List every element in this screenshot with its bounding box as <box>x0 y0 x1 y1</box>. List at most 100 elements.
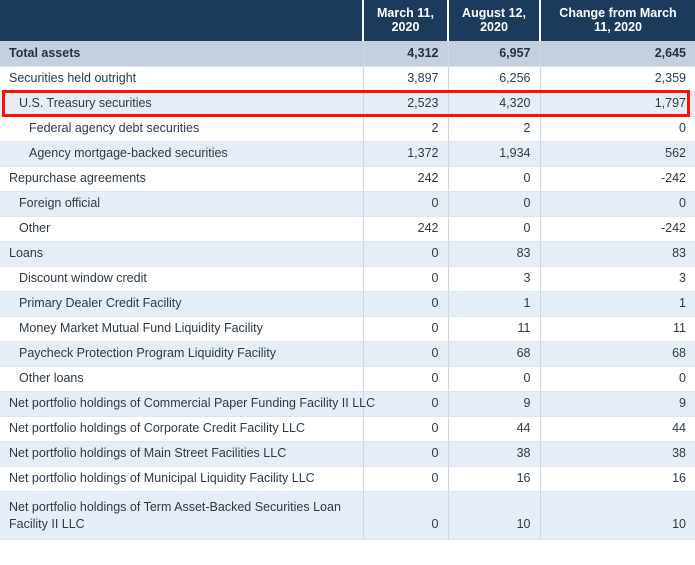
cell-change-from-march-11-2020: 11 <box>540 316 695 342</box>
table-row: Primary Dealer Credit Facility 0 1 1 <box>0 291 695 317</box>
row-label: Money Market Mutual Fund Liquidity Facil… <box>0 316 364 342</box>
cell-change-from-march-11-2020: 83 <box>540 241 695 267</box>
cell-march-11-2020: 242 <box>363 216 449 242</box>
cell-august-12-2020: 68 <box>448 341 541 367</box>
cell-august-12-2020: 0 <box>448 191 541 217</box>
cell-march-11-2020: 2,523 <box>363 91 449 117</box>
row-label: U.S. Treasury securities <box>0 91 364 117</box>
table-row: Net portfolio holdings of Main Street Fa… <box>0 441 695 467</box>
cell-august-12-2020: 10 <box>448 491 541 540</box>
column-header-label <box>0 0 364 41</box>
cell-march-11-2020: 0 <box>363 266 449 292</box>
cell-change-from-march-11-2020: -242 <box>540 216 695 242</box>
cell-august-12-2020: 0 <box>448 216 541 242</box>
cell-august-12-2020: 1 <box>448 291 541 317</box>
cell-change-from-march-11-2020: -242 <box>540 166 695 192</box>
cell-march-11-2020: 4,312 <box>363 41 449 67</box>
cell-march-11-2020: 0 <box>363 341 449 367</box>
column-header-august-12-2020: August 12, 2020 <box>448 0 541 41</box>
cell-august-12-2020: 2 <box>448 116 541 142</box>
cell-change-from-march-11-2020: 3 <box>540 266 695 292</box>
cell-change-from-march-11-2020: 0 <box>540 191 695 217</box>
table-row: Agency mortgage-backed securities 1,372 1,… <box>0 141 695 167</box>
cell-august-12-2020: 0 <box>448 166 541 192</box>
table-row: Other loans 0 0 0 <box>0 366 695 392</box>
table-row: Foreign official 0 0 0 <box>0 191 695 217</box>
cell-march-11-2020: 3,897 <box>363 66 449 92</box>
cell-march-11-2020: 0 <box>363 416 449 442</box>
cell-march-11-2020: 0 <box>363 441 449 467</box>
cell-august-12-2020: 4,320 <box>448 91 541 117</box>
cell-august-12-2020: 83 <box>448 241 541 267</box>
cell-march-11-2020: 0 <box>363 491 449 540</box>
row-label: Foreign official <box>0 191 364 217</box>
cell-march-11-2020: 2 <box>363 116 449 142</box>
cell-august-12-2020: 44 <box>448 416 541 442</box>
cell-august-12-2020: 38 <box>448 441 541 467</box>
row-label: Other loans <box>0 366 364 392</box>
balance-sheet-table: March 11, 2020 August 12, 2020 Change fr… <box>0 0 695 540</box>
row-label: Net portfolio holdings of Commercial Pap… <box>0 391 375 417</box>
row-label: Federal agency debt securities <box>0 116 364 142</box>
cell-march-11-2020: 0 <box>363 466 449 492</box>
cell-august-12-2020: 6,957 <box>448 41 541 67</box>
table-row: U.S. Treasury securities 2,523 4,320 1,797 <box>0 91 695 117</box>
cell-march-11-2020: 0 <box>363 191 449 217</box>
table-row: Discount window credit 0 3 3 <box>0 266 695 292</box>
cell-march-11-2020: 1,372 <box>363 141 449 167</box>
header-row: March 11, 2020 August 12, 2020 Change fr… <box>0 0 695 41</box>
row-label: Loans <box>0 241 364 267</box>
row-label: Repurchase agreements <box>0 166 364 192</box>
cell-august-12-2020: 9 <box>448 391 541 417</box>
table-header: March 11, 2020 August 12, 2020 Change fr… <box>0 0 695 41</box>
row-label: Paycheck Protection Program Liquidity Fa… <box>0 341 364 367</box>
cell-march-11-2020: 0 <box>363 291 449 317</box>
cell-change-from-march-11-2020: 562 <box>540 141 695 167</box>
row-label: Net portfolio holdings of Corporate Cred… <box>0 416 364 442</box>
cell-change-from-march-11-2020: 1,797 <box>540 91 695 117</box>
row-label: Net portfolio holdings of Municipal Liqu… <box>0 466 364 492</box>
cell-change-from-march-11-2020: 16 <box>540 466 695 492</box>
table-row: Total assets 4,312 6,957 2,645 <box>0 41 695 67</box>
table-row: Other 242 0 -242 <box>0 216 695 242</box>
cell-change-from-march-11-2020: 2,359 <box>540 66 695 92</box>
cell-change-from-march-11-2020: 1 <box>540 291 695 317</box>
cell-august-12-2020: 0 <box>448 366 541 392</box>
row-label: Securities held outright <box>0 66 364 92</box>
row-label: Discount window credit <box>0 266 364 292</box>
cell-change-from-march-11-2020: 10 <box>540 491 695 540</box>
table-row: Securities held outright 3,897 6,256 2,359 <box>0 66 695 92</box>
table-row: Loans 0 83 83 <box>0 241 695 267</box>
cell-change-from-march-11-2020: 9 <box>540 391 695 417</box>
balance-sheet-table-container: March 11, 2020 August 12, 2020 Change fr… <box>0 0 695 565</box>
cell-change-from-march-11-2020: 38 <box>540 441 695 467</box>
table-row: Repurchase agreements 242 0 -242 <box>0 166 695 192</box>
cell-march-11-2020: 0 <box>363 366 449 392</box>
table-row: Net portfolio holdings of Corporate Cred… <box>0 416 695 442</box>
column-header-march-11-2020: March 11, 2020 <box>363 0 449 41</box>
row-label: Agency mortgage-backed securities <box>0 141 364 167</box>
cell-march-11-2020: 0 <box>363 241 449 267</box>
row-label: Net portfolio holdings of Main Street Fa… <box>0 441 364 467</box>
column-header-change-from-march-11-2020: Change from March 11, 2020 <box>540 0 695 41</box>
row-label: Net portfolio holdings of Term Asset-Bac… <box>0 491 364 540</box>
row-label: Total assets <box>0 41 364 67</box>
table-row: Net portfolio holdings of Municipal Liqu… <box>0 466 695 492</box>
cell-august-12-2020: 1,934 <box>448 141 541 167</box>
cell-change-from-march-11-2020: 0 <box>540 116 695 142</box>
cell-change-from-march-11-2020: 68 <box>540 341 695 367</box>
table-row: Net portfolio holdings of Commercial Pap… <box>0 391 695 417</box>
table-row: Paycheck Protection Program Liquidity Fa… <box>0 341 695 367</box>
cell-change-from-march-11-2020: 0 <box>540 366 695 392</box>
cell-change-from-march-11-2020: 2,645 <box>540 41 695 67</box>
cell-march-11-2020: 0 <box>363 391 449 417</box>
table-body: Total assets 4,312 6,957 2,645 Securities he… <box>0 41 695 540</box>
row-label: Other <box>0 216 364 242</box>
cell-august-12-2020: 3 <box>448 266 541 292</box>
cell-august-12-2020: 11 <box>448 316 541 342</box>
cell-change-from-march-11-2020: 44 <box>540 416 695 442</box>
table-row: Money Market Mutual Fund Liquidity Facil… <box>0 316 695 342</box>
table-row: Federal agency debt securities 2 2 0 <box>0 116 695 142</box>
table-row: Net portfolio holdings of Term Asset-Bac… <box>0 491 695 540</box>
cell-august-12-2020: 6,256 <box>448 66 541 92</box>
